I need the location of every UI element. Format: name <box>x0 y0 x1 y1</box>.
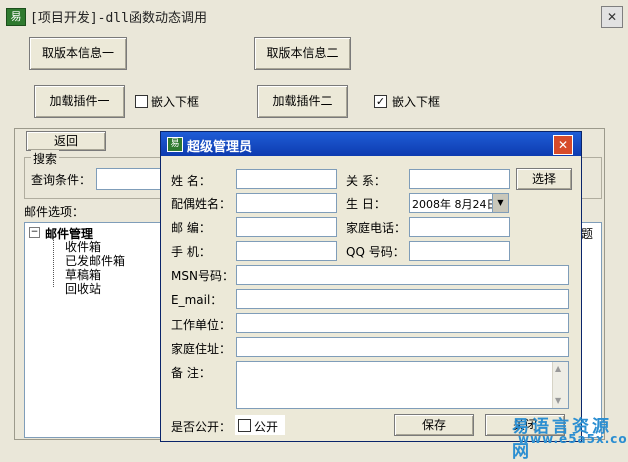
embed-two-checkbox[interactable]: ✓ <box>374 95 387 108</box>
zip-input[interactable] <box>236 217 337 237</box>
search-group-title: 搜索 <box>31 150 60 167</box>
msn-input[interactable] <box>236 265 569 285</box>
dialog-close-icon[interactable]: ✕ <box>553 135 573 155</box>
mail-options-label: 邮件选项： <box>24 205 85 219</box>
work-unit-input[interactable] <box>236 313 569 333</box>
embed-one-checkbox[interactable] <box>135 95 148 108</box>
remark-textarea[interactable]: ▲ ▼ <box>236 361 569 409</box>
name-input[interactable] <box>236 169 337 189</box>
query-input[interactable] <box>96 168 162 190</box>
is-public-label: 是否公开： <box>171 420 232 434</box>
relation-label: 关 系： <box>346 174 386 188</box>
embed-two-label: 嵌入下框 <box>392 95 441 109</box>
spouse-name-label: 配偶姓名： <box>171 197 232 211</box>
scroll-up-icon[interactable]: ▲ <box>555 364 561 373</box>
home-phone-input[interactable] <box>409 217 510 237</box>
birthday-picker[interactable]: 2008年 8月24日 ▼ <box>409 193 509 213</box>
super-admin-dialog: 易 超级管理员 ✕ 姓 名： 关 系： 选择 配偶姓名： 生 日： 2008年 … <box>160 131 582 442</box>
tree-collapse-toggle[interactable]: − <box>29 227 40 238</box>
load-plugin-one-button[interactable]: 加载插件一 <box>34 85 125 118</box>
mobile-label: 手 机： <box>171 245 211 259</box>
msn-label: MSN号码： <box>171 269 234 283</box>
window-close-button[interactable]: ✕ <box>601 6 623 28</box>
chevron-down-icon[interactable]: ▼ <box>492 194 508 212</box>
mail-list-column-header: 题 <box>581 227 594 241</box>
home-address-label: 家庭住址： <box>171 342 232 356</box>
name-label: 姓 名： <box>171 174 211 188</box>
get-version-one-button[interactable]: 取版本信息一 <box>29 37 127 70</box>
mobile-input[interactable] <box>236 241 337 261</box>
dialog-title: 超级管理员 <box>187 140 253 155</box>
public-checkbox-label: 公开 <box>254 420 279 434</box>
qq-input[interactable] <box>409 241 510 261</box>
work-unit-label: 工作单位： <box>171 318 232 332</box>
save-button[interactable]: 保存 <box>394 414 474 436</box>
back-button[interactable]: 返回 <box>26 131 106 151</box>
birthday-label: 生 日： <box>346 197 386 211</box>
remark-label: 备 注： <box>171 366 211 380</box>
get-version-two-button[interactable]: 取版本信息二 <box>254 37 351 70</box>
public-checkbox[interactable] <box>238 419 251 432</box>
birthday-value: 2008年 8月24日 <box>412 198 498 211</box>
remark-scrollbar[interactable]: ▲ ▼ <box>552 362 568 408</box>
zip-label: 邮 编： <box>171 221 211 235</box>
query-label: 查询条件： <box>31 173 92 187</box>
email-label: E_mail： <box>171 293 223 307</box>
home-address-input[interactable] <box>236 337 569 357</box>
home-phone-label: 家庭电话： <box>346 221 407 235</box>
scroll-down-icon[interactable]: ▼ <box>555 396 561 405</box>
email-input[interactable] <box>236 289 569 309</box>
spouse-name-input[interactable] <box>236 193 337 213</box>
tree-connector <box>53 238 54 287</box>
relation-input[interactable] <box>409 169 510 189</box>
select-button[interactable]: 选择 <box>516 168 572 190</box>
tree-item-trash[interactable]: 回收站 <box>65 280 101 297</box>
watermark-url: www.e5a5x.com <box>518 432 628 446</box>
window-title: [项目开发]-dll函数动态调用 <box>30 11 207 26</box>
dialog-logo-icon: 易 <box>167 137 183 152</box>
app-logo-icon: 易 <box>6 8 26 26</box>
load-plugin-two-button[interactable]: 加载插件二 <box>257 85 348 118</box>
embed-one-label: 嵌入下框 <box>151 95 200 109</box>
qq-label: QQ 号码： <box>346 245 405 259</box>
